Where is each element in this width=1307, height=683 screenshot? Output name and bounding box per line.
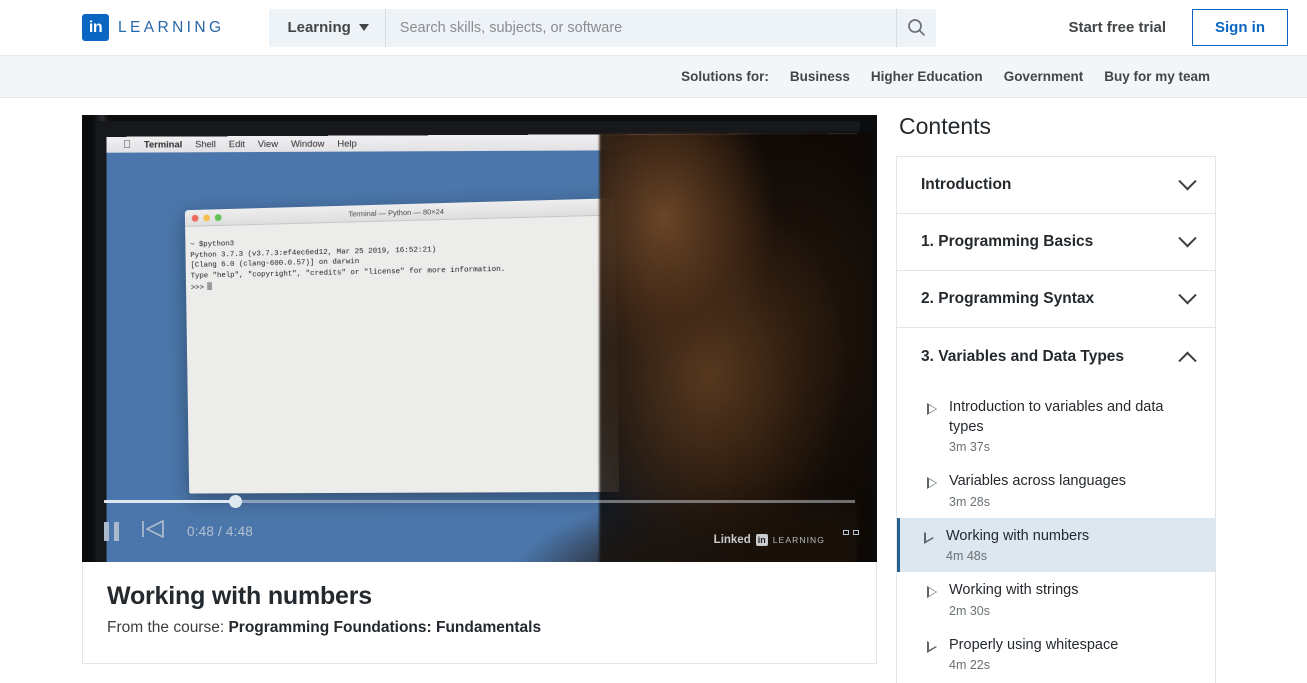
menu-item-view: View [257, 139, 277, 150]
contents-heading: Contents [899, 113, 1216, 140]
play-icon [927, 641, 937, 653]
fullscreen-icon [843, 530, 849, 535]
terminal-cursor [206, 282, 211, 290]
fullscreen-icon-corner [853, 530, 859, 535]
progress-filled [104, 500, 235, 503]
header-actions: Start free trial Sign in [1068, 0, 1288, 55]
from-the-course-label: From the course: [107, 619, 228, 636]
video-column:  Terminal Shell Edit View Window Help [82, 115, 877, 683]
play-icon [924, 532, 934, 544]
chapter-variables-and-data-types[interactable]: 3. Variables and Data Types [897, 328, 1215, 385]
terminal-line-1: ~ $python3 [190, 240, 234, 249]
pause-button[interactable] [104, 522, 119, 541]
watermark-linked-text: Linked [714, 534, 751, 546]
sign-in-button[interactable]: Sign in [1192, 9, 1288, 46]
video-player[interactable]:  Terminal Shell Edit View Window Help [82, 115, 877, 562]
list-item-active[interactable]: Working with numbers 4m 48s [897, 518, 1215, 573]
search-input[interactable] [386, 9, 896, 47]
list-item[interactable]: Working with strings 2m 30s [897, 572, 1215, 627]
lesson-title: Working with strings [949, 581, 1078, 601]
menu-item-help: Help [337, 138, 356, 149]
brand-wordmark: LEARNING [118, 19, 224, 37]
table-of-contents: Introduction 1. Programming Basics 2. Pr… [896, 156, 1216, 683]
chevron-up-icon [1178, 352, 1196, 370]
chevron-down-icon [1178, 172, 1196, 190]
fullscreen-button[interactable] [843, 530, 859, 544]
video-controls: 0:48 / 4:48 Linked in LEARNING [82, 492, 877, 562]
play-icon [927, 586, 937, 598]
apple-logo-icon:  [123, 139, 131, 150]
subnav-link-higher-education[interactable]: Higher Education [871, 69, 983, 84]
terminal-prompt: >>> [190, 284, 203, 292]
search-button[interactable] [896, 9, 936, 47]
course-attribution: From the course: Programming Foundations… [107, 619, 852, 637]
learning-dropdown-label: Learning [287, 19, 350, 36]
course-name-link[interactable]: Programming Foundations: Fundamentals [228, 619, 541, 636]
play-icon [927, 477, 937, 489]
search-bar: Learning [269, 9, 935, 47]
playback-controls: 0:48 / 4:48 [104, 519, 253, 544]
linkedin-learning-logo[interactable]: in LEARNING [82, 14, 224, 41]
menu-item-edit: Edit [228, 139, 244, 150]
chapter-title: 2. Programming Syntax [921, 290, 1094, 308]
lesson-title: Variables across languages [949, 472, 1126, 492]
menu-item-shell: Shell [195, 139, 216, 150]
subnav-link-buy-for-my-team[interactable]: Buy for my team [1104, 69, 1210, 84]
lesson-duration: 4m 22s [949, 658, 1118, 672]
menu-item-terminal: Terminal [144, 139, 182, 150]
linkedin-learning-watermark: Linked in LEARNING [714, 534, 825, 546]
terminal-line-3: [Clang 6.0 (clang-600.0.57)] on darwin [190, 258, 359, 270]
previous-icon [141, 519, 165, 539]
lesson-duration: 2m 30s [949, 604, 1078, 618]
terminal-output: ~ $python3 Python 3.7.3 (v3.7.3:ef4ec6ed… [185, 215, 616, 307]
subnav-link-government[interactable]: Government [1004, 69, 1084, 84]
lesson-list: Introduction to variables and data types… [897, 385, 1215, 683]
chapter-introduction[interactable]: Introduction [897, 157, 1215, 214]
chevron-down-icon [359, 24, 369, 31]
watermark-in-icon: in [756, 534, 768, 546]
list-item[interactable]: Properly using whitespace 4m 22s [897, 627, 1215, 682]
subnav-link-business[interactable]: Business [790, 69, 850, 84]
lesson-duration: 4m 48s [946, 549, 1089, 563]
time-display: 0:48 / 4:48 [187, 524, 253, 539]
lesson-duration: 3m 28s [949, 495, 1126, 509]
lesson-title: Introduction to variables and data types [949, 398, 1197, 437]
chevron-down-icon [1178, 286, 1196, 304]
progress-handle[interactable] [229, 495, 242, 508]
watermark-learning-text: LEARNING [773, 535, 825, 545]
page-title: Working with numbers [107, 582, 852, 611]
menu-item-window: Window [291, 138, 325, 149]
terminal-window: Terminal — Python — 80×24 ~ $python3 Pyt… [184, 198, 618, 493]
lesson-info-card: Working with numbers From the course: Pr… [82, 562, 877, 664]
chapter-title: 1. Programming Basics [921, 233, 1093, 251]
chapter-title: 3. Variables and Data Types [921, 348, 1124, 366]
chapter-programming-syntax[interactable]: 2. Programming Syntax [897, 271, 1215, 328]
lesson-title: Working with numbers [946, 527, 1089, 547]
main-content:  Terminal Shell Edit View Window Help [0, 98, 1307, 683]
linkedin-logo-icon: in [82, 14, 109, 41]
solutions-subnav: Solutions for: Business Higher Education… [0, 55, 1307, 98]
chapter-title: Introduction [921, 176, 1011, 194]
solutions-for-label: Solutions for: [681, 69, 769, 84]
lesson-title: Properly using whitespace [949, 636, 1118, 656]
learning-dropdown[interactable]: Learning [269, 9, 385, 47]
start-free-trial-link[interactable]: Start free trial [1068, 19, 1166, 36]
list-item[interactable]: Variables across languages 3m 28s [897, 463, 1215, 518]
chapter-programming-basics[interactable]: 1. Programming Basics [897, 214, 1215, 271]
previous-button[interactable] [141, 519, 165, 544]
play-icon [927, 403, 937, 415]
search-icon [907, 18, 926, 37]
lesson-duration: 3m 37s [949, 440, 1197, 454]
site-header: in LEARNING Learning Start free trial Si… [0, 0, 1307, 55]
chevron-down-icon [1178, 229, 1196, 247]
contents-sidebar: Contents Introduction 1. Programming Bas… [896, 115, 1216, 683]
progress-slider[interactable] [104, 500, 855, 503]
list-item[interactable]: Introduction to variables and data types… [897, 389, 1215, 463]
